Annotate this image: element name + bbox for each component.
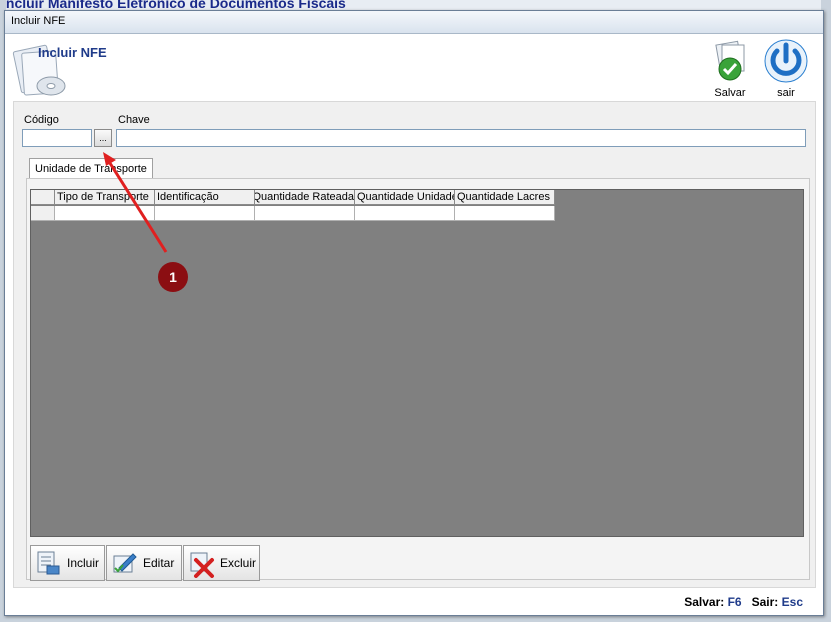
grid-header-quantidade-rateada[interactable]: Quantidade Rateada	[255, 190, 355, 205]
codigo-label: Código	[24, 114, 59, 126]
status-bar: Salvar: F6 Sair: Esc	[5, 589, 823, 613]
edit-label: Editar	[143, 556, 175, 570]
add-button[interactable]: Incluir	[30, 545, 105, 581]
edit-pencil-icon	[113, 553, 137, 573]
codigo-lookup-button[interactable]: ...	[94, 129, 112, 147]
grid-header-quantidade-lacres[interactable]: Quantidade Lacres	[455, 190, 555, 205]
form-body: Código Chave ... Unidade de Transporte T…	[13, 101, 816, 588]
cell-quantidade-rateada[interactable]	[255, 206, 355, 221]
exit-shortcut-key: Esc	[781, 595, 803, 609]
cell-identificacao[interactable]	[155, 206, 255, 221]
cell-quantidade-lacres[interactable]	[455, 206, 555, 221]
window-title: Incluir NFE	[11, 15, 66, 27]
edit-button[interactable]: Editar	[106, 545, 182, 581]
delete-x-icon	[190, 552, 214, 578]
grid-header-quantidade-unidade[interactable]: Quantidade Unidade	[355, 190, 455, 205]
cell-tipo-transporte[interactable]	[55, 206, 155, 221]
table-row[interactable]	[31, 206, 555, 221]
tab-panel: Tipo de Transporte Identificação Quantid…	[26, 178, 810, 583]
save-label: Salvar	[714, 87, 746, 99]
grid-header-indicator	[31, 190, 55, 205]
codigo-input[interactable]	[22, 129, 92, 147]
add-label: Incluir	[67, 556, 100, 570]
grid-actions: Incluir Editar Excluir	[30, 545, 261, 583]
shortcut-hints: Salvar: F6 Sair: Esc	[684, 595, 803, 609]
add-document-icon	[37, 551, 60, 575]
page-title: Incluir NFE	[38, 45, 107, 60]
power-icon	[764, 39, 808, 83]
save-check-icon	[715, 40, 745, 81]
exit-button[interactable]: sair	[761, 39, 811, 101]
grid-header-identificacao[interactable]: Identificação	[155, 190, 255, 205]
grid-header-tipo-transporte[interactable]: Tipo de Transporte	[55, 190, 155, 205]
transport-units-grid[interactable]: Tipo de Transporte Identificação Quantid…	[30, 189, 804, 537]
chave-label: Chave	[118, 114, 150, 126]
save-shortcut-key: F6	[727, 595, 742, 609]
delete-label: Excluir	[219, 556, 256, 570]
exit-shortcut-prefix: Sair:	[751, 595, 779, 609]
grid-header: Tipo de Transporte Identificação Quantid…	[31, 190, 555, 206]
tab-unidade-de-transporte[interactable]: Unidade de Transporte	[29, 158, 153, 179]
cell-quantidade-unidade[interactable]	[355, 206, 455, 221]
save-shortcut-prefix: Salvar:	[684, 595, 725, 609]
exit-label: sair	[777, 87, 795, 99]
chave-input[interactable]	[116, 129, 806, 147]
row-indicator[interactable]	[31, 206, 55, 221]
save-button[interactable]: Salvar	[705, 39, 755, 101]
window-titlebar[interactable]: Incluir NFE	[5, 11, 823, 34]
delete-button[interactable]: Excluir	[183, 545, 260, 581]
dialog-header: Incluir NFE Salvar sair	[5, 34, 823, 102]
dialog-window: Incluir NFE Incluir NFE Salvar sair Códi…	[4, 10, 824, 616]
